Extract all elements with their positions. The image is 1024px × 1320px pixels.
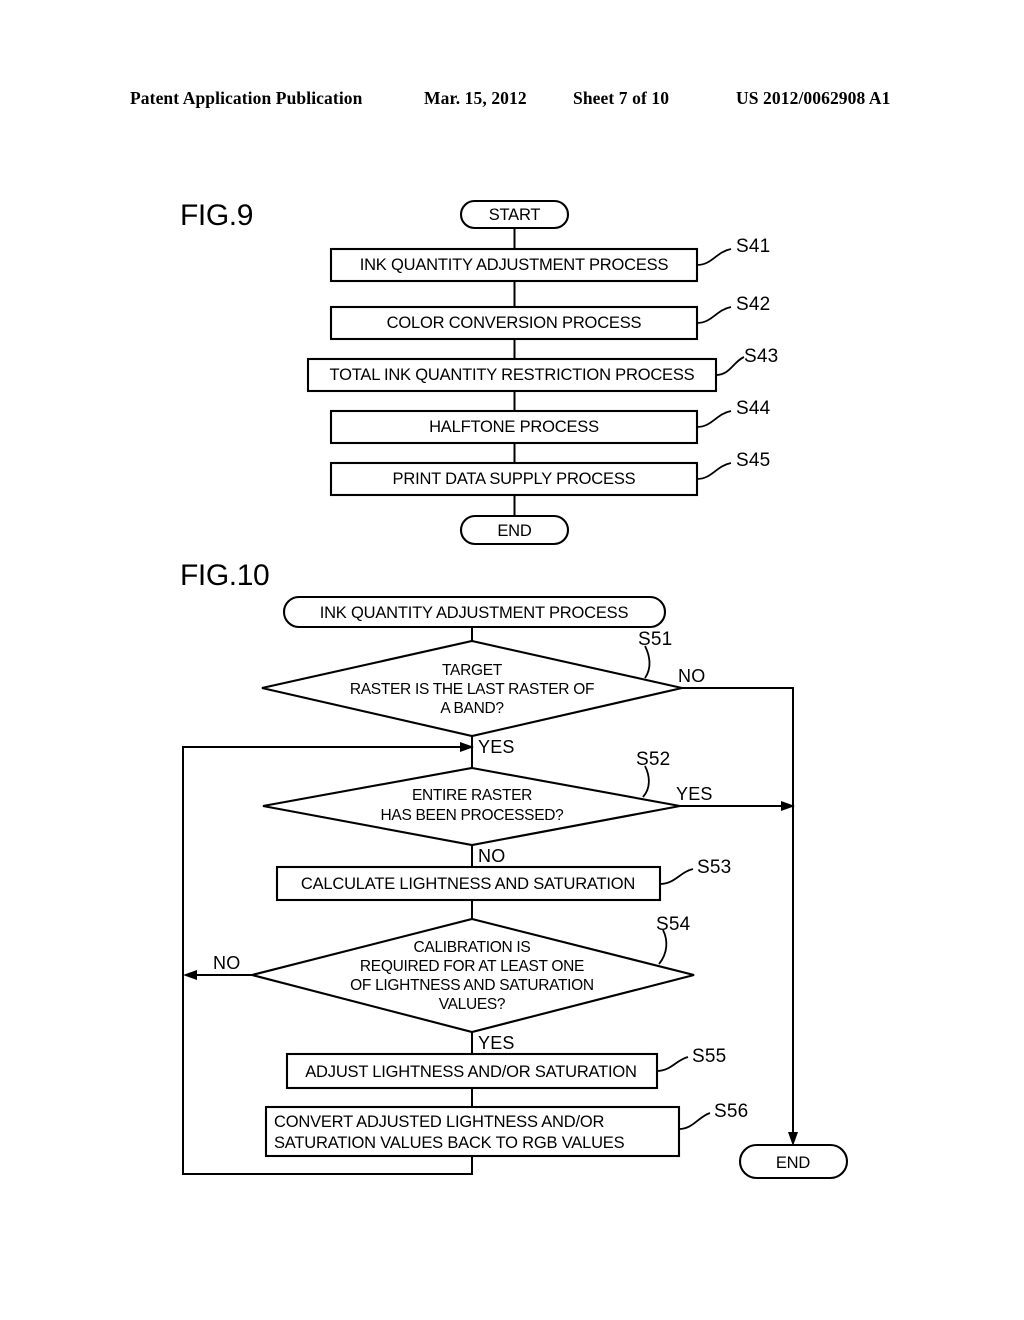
fig10-step-s52-line-1: ENTIRE RASTER — [412, 787, 532, 804]
fig10-step-s52-branch-yes: YES — [676, 784, 713, 804]
fig9-step-s42-label: COLOR CONVERSION PROCESS — [387, 314, 642, 332]
fig10-step-s51: TARGET RASTER IS THE LAST RASTER OF A BA… — [261, 629, 705, 757]
fig9-step-s45-id: S45 — [736, 450, 770, 471]
figure-10: INK QUANTITY ADJUSTMENT PROCESS TARGET R… — [182, 595, 849, 1180]
fig9-start-label: START — [489, 206, 541, 224]
fig9-step-s41: INK QUANTITY ADJUSTMENT PROCESS S41 — [329, 236, 770, 283]
fig9-end-label: END — [497, 522, 532, 540]
fig10-arrowhead-end — [788, 1132, 798, 1146]
fig10-step-s56: CONVERT ADJUSTED LIGHTNESS AND/OR SATURA… — [264, 1101, 748, 1158]
fig10-step-s54-line-4: VALUES? — [439, 996, 506, 1013]
fig9-step-s41-id: S41 — [736, 236, 770, 257]
flowchart-canvas: START INK QUANTITY ADJUSTMENT PROCESS S4… — [182, 199, 849, 1180]
fig10-step-s53-id: S53 — [697, 857, 731, 878]
fig10-step-s54-id: S54 — [656, 914, 691, 935]
fig10-step-s56-id: S56 — [714, 1101, 748, 1122]
fig9-step-s41-label: INK QUANTITY ADJUSTMENT PROCESS — [360, 256, 669, 274]
fig9-step-s43-id: S43 — [744, 346, 778, 367]
fig9-step-s45: PRINT DATA SUPPLY PROCESS S45 — [329, 450, 770, 497]
fig9-step-s44-id: S44 — [736, 398, 771, 419]
fig9-step-s44-label: HALFTONE PROCESS — [429, 418, 599, 436]
fig10-step-s54-line-2: REQUIRED FOR AT LEAST ONE — [360, 958, 584, 975]
fig10-step-s52: ENTIRE RASTER HAS BEEN PROCESSED? S52 YE… — [262, 749, 713, 866]
patent-drawing-page: Patent Application Publication Mar. 15, … — [0, 0, 1024, 1320]
fig10-end-label: END — [776, 1154, 811, 1172]
fig10-start-node: INK QUANTITY ADJUSTMENT PROCESS — [282, 595, 667, 629]
fig10-step-s54-branch-no: NO — [213, 953, 240, 973]
fig10-step-s56-line-2: SATURATION VALUES BACK TO RGB VALUES — [274, 1134, 625, 1152]
fig10-start-label: INK QUANTITY ADJUSTMENT PROCESS — [320, 604, 629, 622]
fig10-step-s51-branch-no: NO — [678, 666, 705, 686]
fig10-step-s51-branch-yes: YES — [478, 737, 515, 757]
fig9-step-s43: TOTAL INK QUANTITY RESTRICTION PROCESS S… — [306, 346, 778, 393]
fig10-step-s54-line-3: OF LIGHTNESS AND SATURATION — [350, 977, 594, 994]
fig10-step-s52-id: S52 — [636, 749, 670, 770]
fig10-step-s54: CALIBRATION IS REQUIRED FOR AT LEAST ONE… — [213, 914, 695, 1053]
fig10-step-s51-line-2: RASTER IS THE LAST RASTER OF — [350, 681, 594, 698]
fig10-arrowhead-s54-no — [183, 970, 197, 980]
fig10-step-s54-branch-yes: YES — [478, 1033, 515, 1053]
figure-9: START INK QUANTITY ADJUSTMENT PROCESS S4… — [306, 199, 778, 546]
fig10-step-s55-label: ADJUST LIGHTNESS AND/OR SATURATION — [305, 1063, 637, 1081]
fig9-end-node: END — [459, 514, 570, 546]
fig10-step-s54-line-1: CALIBRATION IS — [414, 939, 531, 956]
fig9-start-node: START — [459, 199, 570, 230]
fig10-step-s52-branch-no: NO — [478, 846, 505, 866]
fig10-step-s52-line-2: HAS BEEN PROCESSED? — [381, 807, 565, 824]
fig9-step-s45-label: PRINT DATA SUPPLY PROCESS — [393, 470, 636, 488]
fig10-connector-s51-no-to-end — [682, 687, 794, 1138]
fig9-step-s42: COLOR CONVERSION PROCESS S42 — [329, 294, 770, 341]
fig10-end-node: END — [738, 1143, 849, 1180]
fig10-step-s55-id: S55 — [692, 1046, 726, 1067]
fig9-step-s42-id: S42 — [736, 294, 770, 315]
fig9-step-s43-label: TOTAL INK QUANTITY RESTRICTION PROCESS — [330, 366, 695, 384]
fig10-step-s51-id: S51 — [638, 629, 672, 650]
fig9-step-s44: HALFTONE PROCESS S44 — [329, 398, 771, 445]
fig10-step-s53-label: CALCULATE LIGHTNESS AND SATURATION — [301, 875, 635, 893]
fig10-step-s56-line-1: CONVERT ADJUSTED LIGHTNESS AND/OR — [274, 1113, 604, 1131]
fig10-step-s51-line-3: A BAND? — [440, 700, 504, 717]
fig10-step-s51-line-1: TARGET — [442, 662, 503, 679]
